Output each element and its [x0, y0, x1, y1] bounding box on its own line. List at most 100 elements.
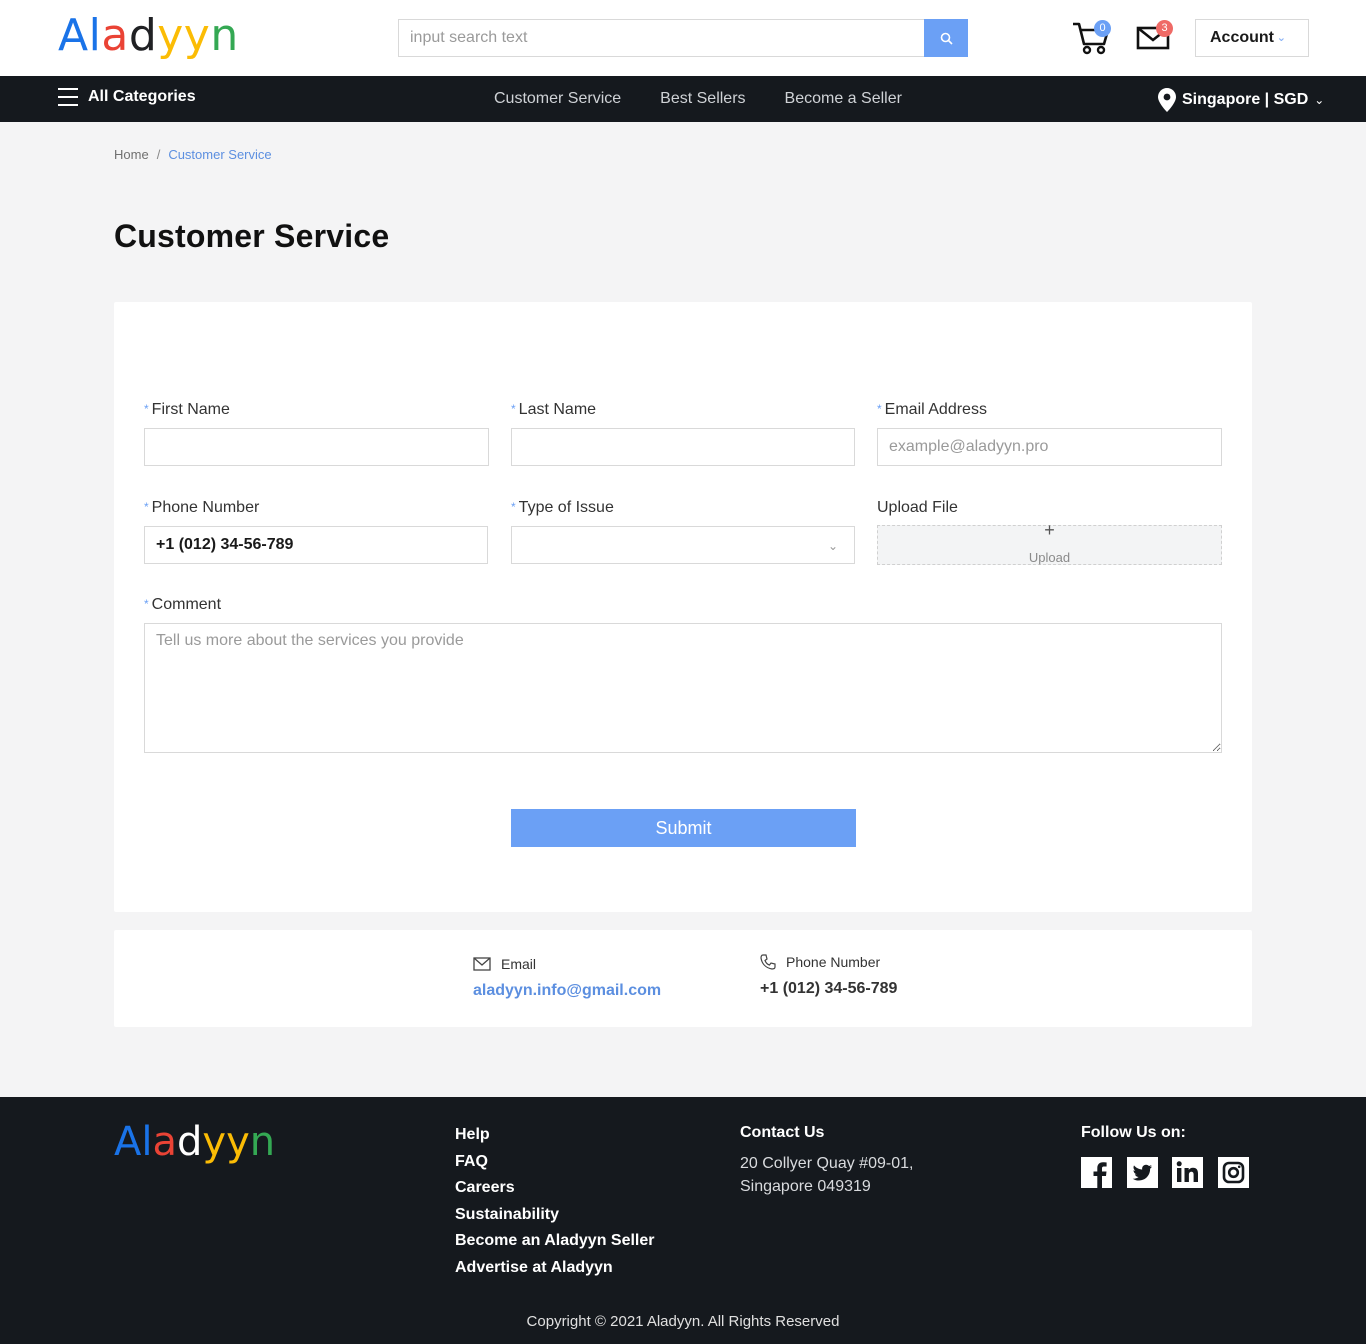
first-name-field[interactable]: [144, 428, 489, 466]
top-header: Aladyyn 0 3 Account ⌄: [0, 0, 1366, 76]
comment-textarea[interactable]: [144, 623, 1222, 753]
footer-link-advertise[interactable]: Advertise at Aladyyn: [455, 1255, 655, 1282]
required-mark: *: [144, 402, 149, 416]
contact-info-card: Email aladyyn.info@gmail.com Phone Numbe…: [114, 930, 1252, 1027]
footer-follow-heading: Follow Us on:: [1081, 1124, 1186, 1141]
copyright-text: Copyright © 2021 Aladyyn. All Rights Res…: [526, 1313, 840, 1330]
nav-link-become-seller[interactable]: Become a Seller: [785, 90, 902, 108]
logo-letter: y: [202, 1119, 227, 1165]
nav-link-customer-service[interactable]: Customer Service: [494, 90, 621, 108]
footer-contact: Contact Us 20 Collyer Quay #09-01, Singa…: [740, 1124, 913, 1198]
footer-link-sustainability[interactable]: Sustainability: [455, 1202, 655, 1229]
label-text: Type of Issue: [518, 499, 614, 516]
breadcrumb-home[interactable]: Home: [114, 147, 149, 162]
search-bar: [398, 19, 968, 57]
instagram-icon[interactable]: [1217, 1157, 1249, 1188]
required-mark: *: [877, 402, 882, 416]
linkedin-icon[interactable]: [1172, 1157, 1203, 1188]
contact-phone: Phone Number +1 (012) 34-56-789: [760, 954, 897, 998]
phone-icon: [760, 954, 776, 970]
contact-email: Email aladyyn.info@gmail.com: [473, 956, 661, 1000]
last-name-field[interactable]: [511, 428, 855, 466]
locale-label: Singapore | SGD: [1182, 91, 1309, 108]
plus-icon: +: [1044, 520, 1055, 540]
chevron-down-icon: ⌄: [1314, 93, 1325, 107]
logo-letter: A: [114, 1119, 142, 1165]
upload-file-label: Upload File: [877, 499, 958, 516]
contact-phone-label: Phone Number: [786, 954, 881, 970]
breadcrumb-separator: /: [156, 147, 161, 162]
footer-address-line1: 20 Collyer Quay #09-01,: [740, 1155, 914, 1172]
twitter-icon[interactable]: [1126, 1157, 1158, 1188]
footer-link-faq[interactable]: FAQ: [455, 1149, 655, 1176]
envelope-icon: [473, 957, 491, 971]
footer-link-help[interactable]: Help: [455, 1122, 655, 1149]
phone-field[interactable]: [144, 526, 488, 564]
footer-link-become-seller[interactable]: Become an Aladyyn Seller: [455, 1228, 655, 1255]
facebook-icon[interactable]: [1081, 1157, 1112, 1188]
account-label: Account: [1210, 29, 1274, 46]
label-text: First Name: [151, 401, 230, 418]
logo-letter: d: [177, 1119, 203, 1165]
nav-link-best-sellers[interactable]: Best Sellers: [660, 90, 745, 108]
page-title: Customer Service: [114, 218, 390, 254]
search-button[interactable]: [924, 19, 968, 57]
brand-logo[interactable]: Aladyyn: [58, 10, 239, 62]
search-input[interactable]: [399, 20, 925, 56]
all-categories-label: All Categories: [88, 88, 196, 105]
logo-letter: n: [210, 10, 239, 61]
footer-links: Help FAQ Careers Sustainability Become a…: [455, 1122, 655, 1282]
submit-button[interactable]: Submit: [511, 809, 856, 847]
breadcrumb: Home / Customer Service: [114, 147, 272, 162]
footer-link-careers[interactable]: Careers: [455, 1175, 655, 1202]
label-text: Last Name: [518, 401, 597, 418]
nav-links: Customer Service Best Sellers Become a S…: [494, 90, 941, 108]
logo-letter: A: [58, 10, 89, 61]
chevron-down-icon: ⌄: [1276, 32, 1286, 44]
logo-letter: a: [152, 1119, 178, 1165]
email-field[interactable]: [877, 428, 1222, 466]
footer-address-line2: Singapore 049319: [740, 1178, 871, 1195]
footer-contact-heading: Contact Us: [740, 1124, 825, 1141]
last-name-label: * Last Name: [511, 401, 596, 419]
footer-logo[interactable]: Aladyyn: [114, 1119, 275, 1165]
contact-email-label: Email: [501, 956, 537, 972]
footer-follow: Follow Us on:: [1081, 1124, 1263, 1188]
comment-label: * Comment: [144, 596, 221, 614]
upload-button[interactable]: + Upload: [877, 520, 1222, 565]
contact-phone-value: +1 (012) 34-56-789: [760, 980, 898, 997]
first-name-label: * First Name: [144, 401, 230, 419]
breadcrumb-current[interactable]: Customer Service: [168, 147, 271, 162]
label-text: Phone Number: [151, 499, 260, 516]
locale-selector[interactable]: Singapore | SGD ⌄: [1158, 88, 1324, 112]
phone-label: * Phone Number: [144, 499, 259, 517]
issue-type-label: * Type of Issue: [511, 499, 614, 517]
logo-letter: y: [183, 10, 211, 61]
required-mark: *: [144, 597, 149, 611]
site-footer: Aladyyn Help FAQ Careers Sustainability …: [0, 1097, 1366, 1344]
label-text: Email Address: [884, 401, 987, 418]
search-icon: [940, 32, 953, 45]
logo-letter: l: [88, 10, 102, 61]
social-links: [1081, 1157, 1263, 1188]
cart-count-badge: 0: [1094, 20, 1111, 37]
location-pin-icon: [1158, 88, 1176, 112]
logo-letter: d: [128, 10, 158, 61]
account-dropdown[interactable]: Account ⌄: [1195, 19, 1309, 57]
contact-email-heading: Email: [473, 956, 661, 972]
required-mark: *: [511, 500, 516, 514]
label-text: Comment: [151, 596, 222, 613]
contact-email-link[interactable]: aladyyn.info@gmail.com: [473, 982, 661, 1000]
all-categories-button[interactable]: All Categories: [58, 88, 196, 106]
issue-type-select[interactable]: ⌄: [511, 526, 855, 564]
main-nav: All Categories Customer Service Best Sel…: [0, 76, 1366, 122]
contact-phone-heading: Phone Number: [760, 954, 897, 970]
email-label: * Email Address: [877, 401, 987, 419]
upload-text: Upload: [1028, 550, 1071, 565]
logo-letter: y: [157, 10, 184, 61]
logo-letter: n: [249, 1119, 276, 1165]
customer-service-form: *First Name *Last Name *Email Address *P…: [114, 302, 1252, 912]
logo-letter: l: [141, 1119, 153, 1165]
logo-letter: a: [101, 10, 129, 61]
required-mark: *: [511, 402, 516, 416]
